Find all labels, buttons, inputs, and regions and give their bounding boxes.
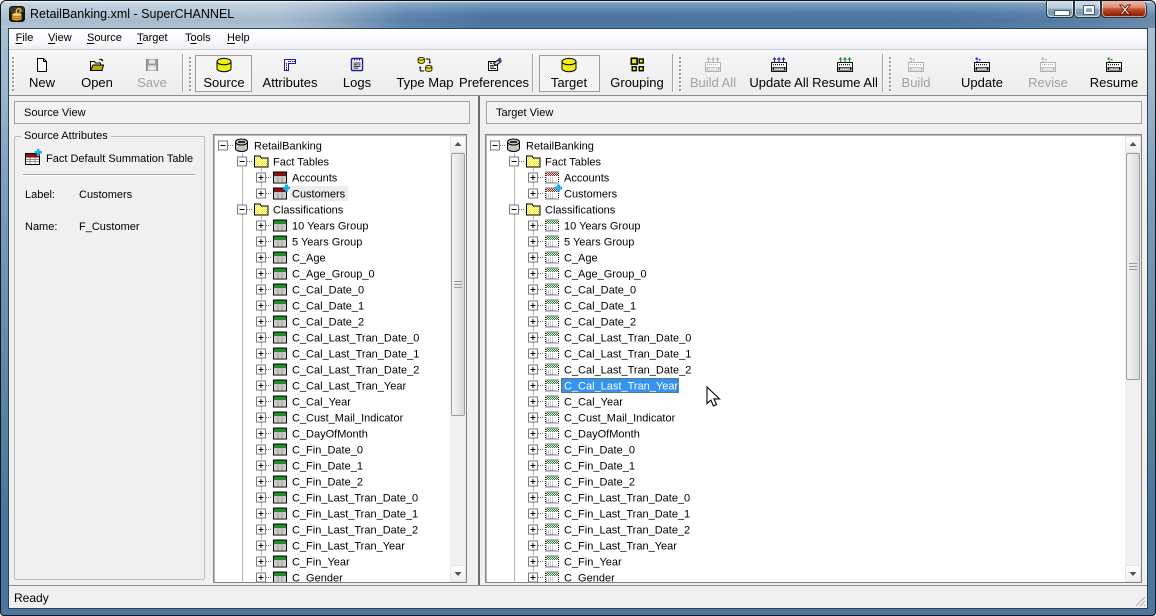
svg-text:C_Cal_Date_0: C_Cal_Date_0: [564, 285, 636, 297]
svg-text:C_Cal_Date_2: C_Cal_Date_2: [564, 317, 636, 329]
svg-text:10 Years Group: 10 Years Group: [292, 221, 368, 233]
svg-text:C_Age: C_Age: [292, 253, 326, 265]
svg-text:C_Fin_Date_2: C_Fin_Date_2: [564, 477, 635, 489]
svg-text:C_Fin_Last_Tran_Date_0: C_Fin_Last_Tran_Date_0: [564, 493, 690, 505]
svg-text:C_Cust_Mail_Indicator: C_Cust_Mail_Indicator: [564, 413, 676, 425]
svg-text:Fact Tables: Fact Tables: [545, 157, 602, 169]
svg-text:C_Fin_Last_Tran_Date_1: C_Fin_Last_Tran_Date_1: [292, 509, 418, 521]
svg-text:C_Gender: C_Gender: [564, 573, 615, 583]
svg-text:C_Fin_Last_Tran_Year: C_Fin_Last_Tran_Year: [292, 541, 405, 553]
svg-text:C_Cal_Last_Tran_Date_0: C_Cal_Last_Tran_Date_0: [292, 333, 419, 345]
svg-text:C_Cal_Last_Tran_Year: C_Cal_Last_Tran_Year: [292, 381, 406, 393]
svg-text:C_Cal_Date_1: C_Cal_Date_1: [564, 301, 636, 313]
svg-text:C_Cust_Mail_Indicator: C_Cust_Mail_Indicator: [292, 413, 404, 425]
svg-text:C_Fin_Year: C_Fin_Year: [292, 557, 350, 569]
svg-text:Customers: Customers: [564, 189, 618, 201]
svg-text:C_Fin_Last_Tran_Date_2: C_Fin_Last_Tran_Date_2: [564, 525, 690, 537]
svg-text:C_Cal_Last_Tran_Date_1: C_Cal_Last_Tran_Date_1: [564, 349, 691, 361]
svg-text:C_DayOfMonth: C_DayOfMonth: [564, 429, 640, 441]
svg-text:Classifications: Classifications: [273, 205, 344, 217]
svg-text:C_Fin_Last_Tran_Date_2: C_Fin_Last_Tran_Date_2: [292, 525, 418, 537]
svg-text:C_Age: C_Age: [564, 253, 598, 265]
svg-text:C_Cal_Last_Tran_Date_2: C_Cal_Last_Tran_Date_2: [292, 365, 419, 377]
svg-text:C_Cal_Date_0: C_Cal_Date_0: [292, 285, 364, 297]
svg-text:C_Cal_Last_Tran_Date_2: C_Cal_Last_Tran_Date_2: [564, 365, 691, 377]
svg-text:C_Fin_Date_2: C_Fin_Date_2: [292, 477, 363, 489]
svg-text:C_Cal_Year: C_Cal_Year: [564, 397, 623, 409]
svg-text:C_Fin_Last_Tran_Date_1: C_Fin_Last_Tran_Date_1: [564, 509, 690, 521]
svg-text:C_Cal_Year: C_Cal_Year: [292, 397, 351, 409]
svg-text:Fact Tables: Fact Tables: [273, 157, 330, 169]
svg-text:C_Cal_Date_2: C_Cal_Date_2: [292, 317, 364, 329]
svg-text:Accounts: Accounts: [564, 173, 610, 185]
svg-text:C_Age_Group_0: C_Age_Group_0: [564, 269, 647, 281]
svg-text:C_Fin_Last_Tran_Year: C_Fin_Last_Tran_Year: [564, 541, 677, 553]
svg-text:C_Fin_Date_1: C_Fin_Date_1: [292, 461, 363, 473]
svg-text:C_Cal_Last_Tran_Date_1: C_Cal_Last_Tran_Date_1: [292, 349, 419, 361]
svg-text:C_Fin_Date_0: C_Fin_Date_0: [292, 445, 363, 457]
svg-text:C_Gender: C_Gender: [292, 573, 343, 583]
svg-text:Customers: Customers: [292, 189, 346, 201]
svg-text:C_DayOfMonth: C_DayOfMonth: [292, 429, 368, 441]
svg-text:C_Cal_Date_1: C_Cal_Date_1: [292, 301, 364, 313]
svg-text:RetailBanking: RetailBanking: [254, 141, 322, 153]
svg-text:C_Age_Group_0: C_Age_Group_0: [292, 269, 375, 281]
svg-text:C_Fin_Date_1: C_Fin_Date_1: [564, 461, 635, 473]
svg-text:C_Fin_Date_0: C_Fin_Date_0: [564, 445, 635, 457]
svg-text:C_Cal_Last_Tran_Date_0: C_Cal_Last_Tran_Date_0: [564, 333, 691, 345]
svg-text:C_Fin_Last_Tran_Date_0: C_Fin_Last_Tran_Date_0: [292, 493, 418, 505]
svg-text:5 Years Group: 5 Years Group: [564, 237, 634, 249]
svg-text:5 Years Group: 5 Years Group: [292, 237, 362, 249]
svg-text:Classifications: Classifications: [545, 205, 616, 217]
svg-text:Accounts: Accounts: [292, 173, 338, 185]
svg-text:RetailBanking: RetailBanking: [526, 141, 594, 153]
svg-text:C_Fin_Year: C_Fin_Year: [564, 557, 622, 569]
svg-text:C_Cal_Last_Tran_Year: C_Cal_Last_Tran_Year: [564, 381, 678, 393]
svg-text:10 Years Group: 10 Years Group: [564, 221, 640, 233]
